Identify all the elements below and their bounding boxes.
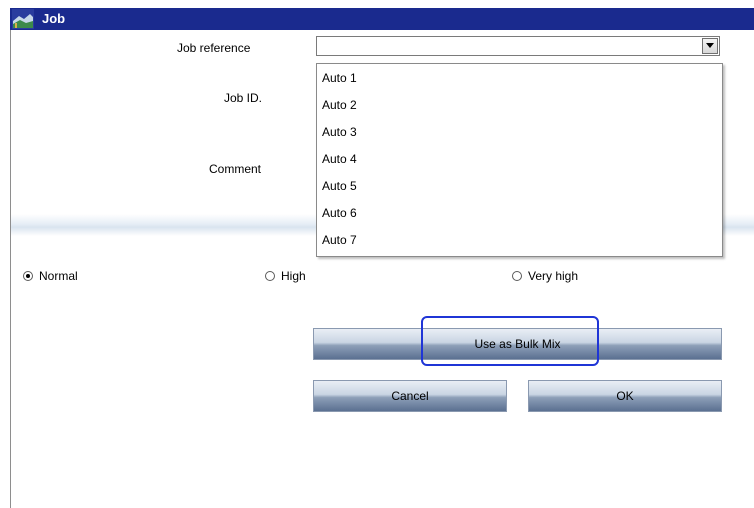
app-icon xyxy=(12,9,34,29)
radio-unchecked-icon xyxy=(265,271,275,281)
dropdown-option[interactable]: Auto 3 xyxy=(322,125,357,139)
dropdown-option[interactable]: Auto 6 xyxy=(322,206,357,220)
ok-button[interactable]: OK xyxy=(528,380,722,412)
radio-unchecked-icon xyxy=(512,271,522,281)
job-reference-dropdown-list: Auto 1 Auto 2 Auto 3 Auto 4 Auto 5 Auto … xyxy=(316,63,723,257)
job-reference-combobox[interactable] xyxy=(316,36,720,56)
chevron-down-icon xyxy=(706,43,714,48)
priority-high-label: High xyxy=(281,269,306,283)
job-reference-label: Job reference xyxy=(177,41,251,55)
dropdown-option[interactable]: Auto 2 xyxy=(322,98,357,112)
dropdown-option[interactable]: Auto 4 xyxy=(322,152,357,166)
dropdown-option[interactable]: Auto 5 xyxy=(322,179,357,193)
dropdown-option[interactable]: Auto 1 xyxy=(322,71,357,85)
job-dialog: Job reference Job ID. Comment Normal Hig… xyxy=(10,30,754,508)
priority-normal-label: Normal xyxy=(39,269,78,283)
title-bar: Job xyxy=(10,8,754,30)
radio-checked-icon xyxy=(23,271,33,281)
priority-very-high-label: Very high xyxy=(528,269,579,283)
dropdown-arrow-button[interactable] xyxy=(702,38,718,54)
job-id-label: Job ID. xyxy=(224,91,263,105)
cancel-button[interactable]: Cancel xyxy=(313,380,507,412)
window-title: Job xyxy=(42,11,66,26)
comment-label: Comment xyxy=(209,162,262,176)
dropdown-option[interactable]: Auto 7 xyxy=(322,233,357,247)
highlight-box xyxy=(421,316,599,366)
